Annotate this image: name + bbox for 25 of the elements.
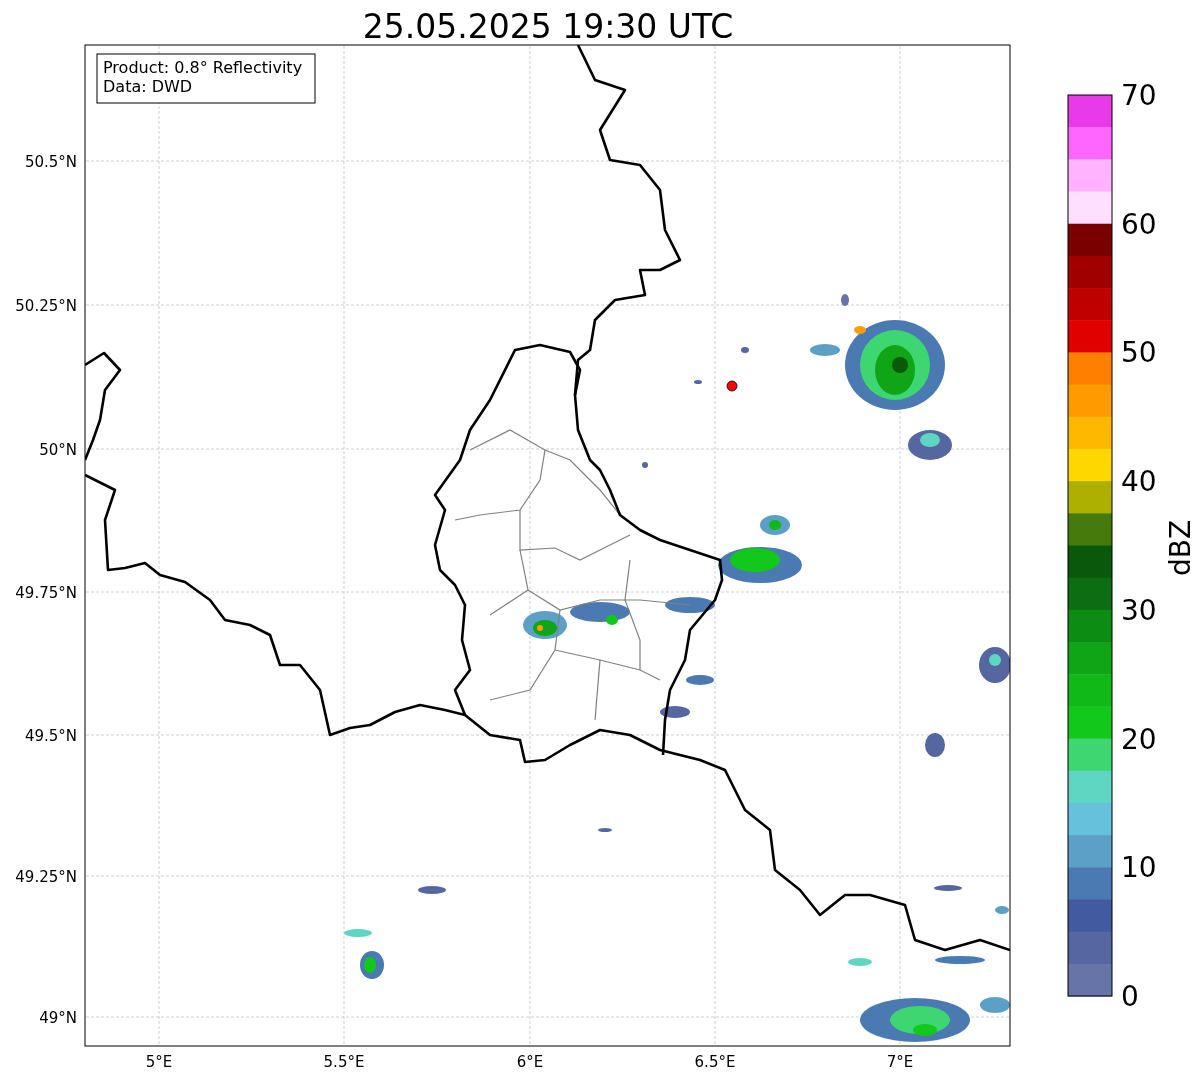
latitude-label: 49.25°N — [15, 868, 77, 886]
colorbar-tick-label: 40 — [1121, 465, 1157, 499]
longitude-label: 7°E — [886, 1053, 914, 1071]
colorbar-tick-label: 30 — [1121, 593, 1157, 627]
longitude-label: 6.5°E — [694, 1053, 736, 1071]
colorbar-tick-label: 10 — [1121, 851, 1157, 885]
colorbar-tick-label: 70 — [1121, 79, 1157, 112]
info-text: Product: 0.8° Reflectivity — [103, 58, 303, 77]
radar-site-marker — [726, 380, 738, 392]
colorbar-label: dBZ — [1164, 519, 1197, 577]
latitude-label: 49.75°N — [15, 584, 77, 602]
colorbar-tick-label: 50 — [1121, 336, 1157, 370]
longitude-label: 5°E — [145, 1053, 173, 1071]
colorbar-tick-label: 0 — [1121, 980, 1139, 1013]
colorbar-tick-label: 60 — [1121, 207, 1157, 241]
colorbar-tick-label: 20 — [1121, 722, 1157, 756]
longitude-label: 6°E — [516, 1053, 544, 1071]
latitude-label: 50°N — [39, 441, 77, 459]
longitude-label: 5.5°E — [323, 1053, 365, 1071]
latitude-label: 50.5°N — [24, 153, 77, 171]
latitude-label: 49.5°N — [24, 727, 77, 745]
info-text: Data: DWD — [103, 77, 193, 96]
plot-title: 25.05.2025 19:30 UTC — [362, 7, 734, 46]
latitude-label: 49°N — [39, 1009, 77, 1027]
latitude-label: 50.25°N — [15, 297, 77, 315]
